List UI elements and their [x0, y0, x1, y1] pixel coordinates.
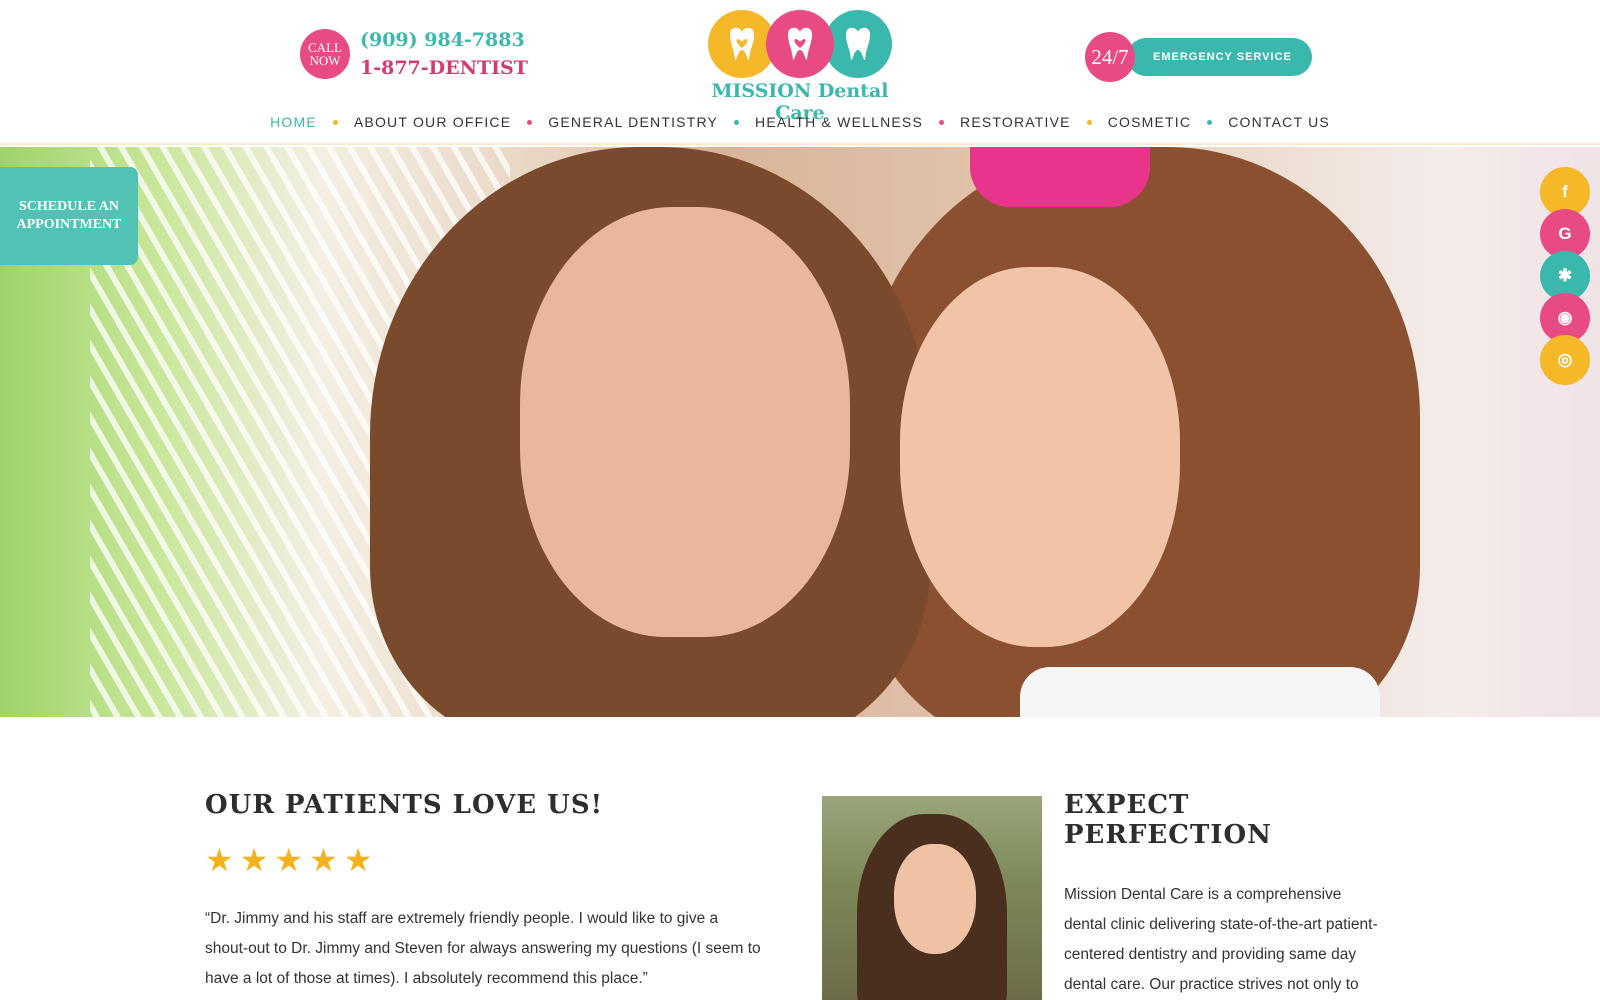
star-icon: ★ — [205, 842, 234, 878]
nav-separator-dot — [1086, 119, 1092, 125]
about-title: EXPECT PERFECTION — [1064, 790, 1272, 850]
nav-separator-dot — [332, 119, 338, 125]
nav-health-wellness[interactable]: HEALTH & WELLNESS — [747, 114, 931, 130]
star-icon: ★ — [274, 842, 304, 878]
patient-portrait-image — [822, 796, 1042, 1000]
call-now-block[interactable]: CALL NOW (909) 984-7883 1-877-DENTIST — [300, 26, 528, 82]
call-now-badge[interactable]: CALL NOW — [300, 29, 350, 79]
teal-tooth-icon — [824, 10, 892, 78]
call-badge-line2: NOW — [309, 53, 341, 68]
emergency-service-block[interactable]: 24/7 EMERGENCY SERVICE — [1085, 32, 1312, 82]
hero-girl-shirt — [1020, 667, 1380, 717]
hero-woman-face — [520, 207, 850, 637]
instagram-icon[interactable]: ◎ — [1540, 335, 1590, 385]
star-icon: ★ — [343, 842, 373, 878]
nav-home[interactable]: HOME — [262, 114, 325, 130]
social-links: f G ✱ ◉ ◎ — [1540, 167, 1590, 385]
nav-contact-us[interactable]: CONTACT US — [1220, 114, 1338, 130]
emergency-24-7-badge: 24/7 — [1085, 32, 1135, 82]
hero-hair-bow — [970, 147, 1150, 207]
nav-about-our-office[interactable]: ABOUT OUR OFFICE — [346, 114, 519, 130]
phone-secondary-link[interactable]: 1-877-DENTIST — [360, 54, 528, 82]
portrait-face — [894, 844, 976, 954]
pink-tooth-icon — [766, 10, 834, 78]
about-text: Mission Dental Care is a comprehensive d… — [1064, 886, 1378, 993]
phone-primary-link[interactable]: (909) 984-7883 — [360, 26, 528, 54]
nav-cosmetic[interactable]: COSMETIC — [1100, 114, 1200, 130]
schedule-appointment-button[interactable]: SCHEDULE AN APPOINTMENT — [0, 167, 138, 265]
main-nav: HOME ABOUT OUR OFFICE GENERAL DENTISTRY … — [0, 114, 1600, 130]
review-quote: “Dr. Jimmy and his staff are extremely f… — [205, 910, 761, 987]
phone-numbers: (909) 984-7883 1-877-DENTIST — [360, 26, 528, 82]
star-rating: ★ ★ ★ ★ ★ — [205, 844, 765, 876]
nav-separator-dot — [939, 119, 945, 125]
nav-separator-dot — [527, 119, 533, 125]
star-icon: ★ — [309, 842, 338, 878]
hero-girl-face — [900, 267, 1180, 647]
schedule-line1: SCHEDULE AN — [19, 199, 119, 214]
site-header: CALL NOW (909) 984-7883 1-877-DENTIST MI… — [0, 0, 1600, 145]
nav-general-dentistry[interactable]: GENERAL DENTISTRY — [540, 114, 726, 130]
schedule-line2: APPOINTMENT — [16, 217, 122, 232]
reviews-section: OUR PATIENTS LOVE US! ★ ★ ★ ★ ★ “Dr. Jim… — [205, 790, 765, 994]
nav-restorative[interactable]: RESTORATIVE — [952, 114, 1079, 130]
logo-teeth-icons — [690, 10, 910, 78]
reviews-title: OUR PATIENTS LOVE US! — [205, 790, 604, 820]
about-section: EXPECT PERFECTION Mission Dental Care is… — [1064, 790, 1384, 1000]
hero-image — [0, 147, 1600, 717]
emergency-service-button[interactable]: EMERGENCY SERVICE — [1127, 38, 1312, 76]
site-logo[interactable]: MISSION Dental Care — [690, 10, 910, 124]
nav-separator-dot — [1207, 119, 1213, 125]
star-icon: ★ — [239, 842, 269, 878]
nav-separator-dot — [734, 119, 740, 125]
